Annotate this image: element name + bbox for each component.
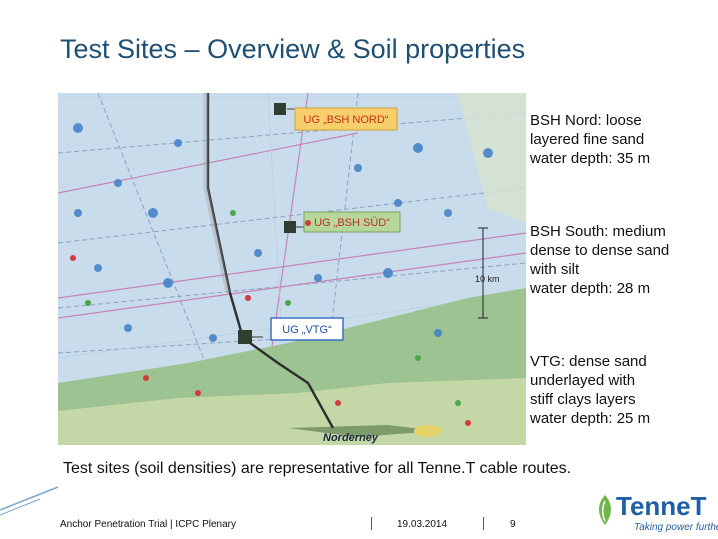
note-bsh-south: BSH South: medium dense to dense sand wi… — [530, 222, 669, 298]
scale-label: 10 km — [475, 274, 500, 284]
note-line: with silt — [530, 261, 580, 278]
site-marker-bsh-sud — [284, 221, 296, 233]
footer-event: Anchor Penetration Trial | ICPC Plenary — [60, 519, 237, 530]
note-line: water depth: 25 m — [530, 410, 651, 427]
note-line: BSH Nord: loose — [530, 112, 642, 129]
tennet-leaf-icon — [598, 495, 612, 525]
footer-page-number: 9 — [510, 519, 516, 530]
note-vtg: VTG: dense sand underlayed with stiff cl… — [530, 352, 650, 428]
note-line: underlayed with — [530, 372, 636, 389]
tennet-logo: TenneT Taking power further — [594, 491, 718, 535]
site-marker-bsh-nord — [274, 103, 286, 115]
note-line: BSH South: medium — [530, 223, 666, 240]
note-line: dense to dense sand — [530, 242, 670, 259]
site-marker-vtg — [238, 330, 252, 344]
note-line: stiff clays layers — [530, 391, 636, 408]
logo-tagline: Taking power further — [634, 522, 718, 533]
slide-title: Test Sites – Overview & Soil properties — [60, 34, 526, 64]
footer-swoosh — [0, 486, 59, 516]
note-line: water depth: 35 m — [530, 150, 651, 167]
footer-separator — [483, 517, 484, 530]
footer-separator — [371, 517, 372, 530]
label-ug-bsh-sud: UG „BSH SÜD“ — [314, 217, 390, 229]
note-bsh-nord: BSH Nord: loose layered fine sand water … — [530, 111, 650, 168]
nautical-chart-map: UG „BSH NORD“ UG „BSH SÜD“ UG „VTG“ 10 k… — [58, 93, 526, 445]
note-line: layered fine sand — [530, 131, 645, 148]
summary-text: Test sites (soil densities) are represen… — [63, 460, 572, 477]
label-ug-vtg: UG „VTG“ — [282, 324, 332, 336]
footer-date: 19.03.2014 — [397, 519, 448, 530]
place-label-norderney: Norderney — [323, 432, 379, 444]
logo-wordmark: TenneT — [616, 491, 707, 521]
note-line: water depth: 28 m — [530, 280, 651, 297]
note-line: VTG: dense sand — [530, 353, 647, 370]
label-ug-bsh-nord: UG „BSH NORD“ — [304, 114, 389, 126]
